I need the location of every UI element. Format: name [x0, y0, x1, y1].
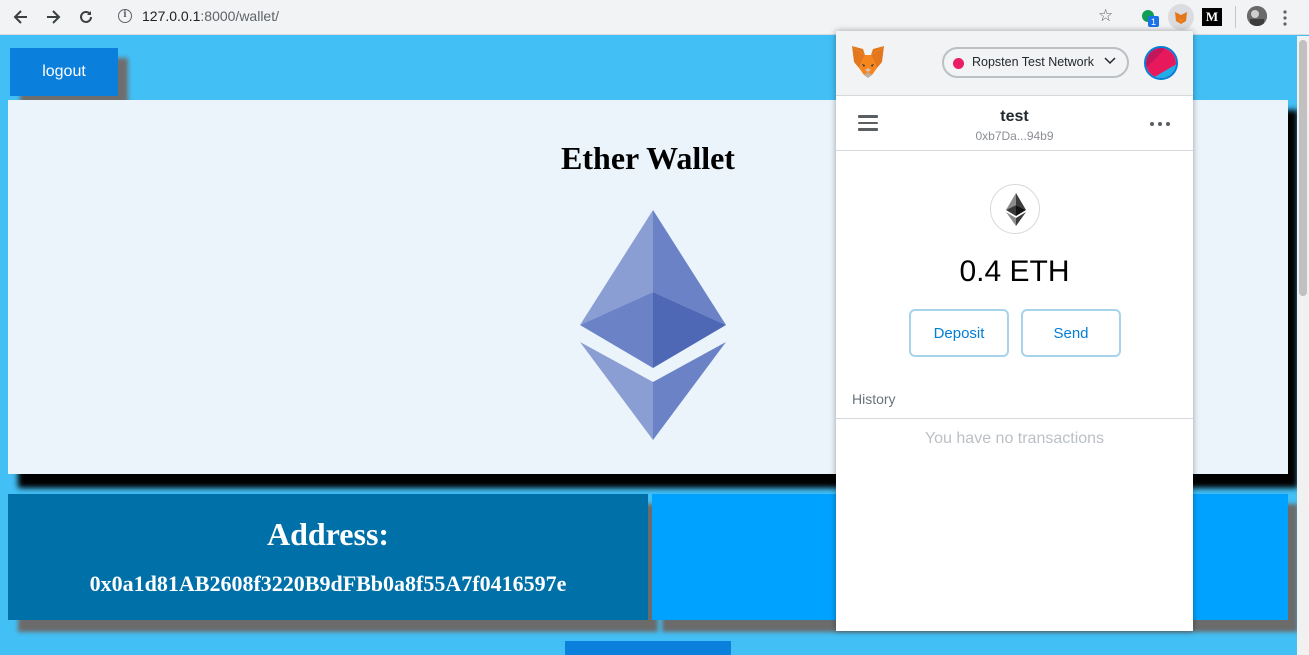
- reload-icon[interactable]: [73, 4, 99, 30]
- account-bar: test 0xb7Da...94b9: [836, 96, 1193, 151]
- ethereum-logo-icon: [580, 210, 726, 440]
- back-icon[interactable]: [8, 4, 34, 30]
- forward-icon[interactable]: [40, 4, 66, 30]
- deposit-button[interactable]: Deposit: [909, 309, 1009, 357]
- medium-extension-icon[interactable]: M: [1202, 8, 1222, 26]
- toolbar-divider: [1235, 6, 1236, 28]
- more-options-icon[interactable]: [1149, 110, 1171, 133]
- account-address[interactable]: 0xb7Da...94b9: [836, 129, 1193, 143]
- star-icon[interactable]: ☆: [1098, 6, 1113, 26]
- address-title: Address:: [266, 516, 390, 552]
- bottom-button[interactable]: [565, 641, 731, 655]
- metamask-popup: Ropsten Test Network test 0xb7Da...94b9: [836, 31, 1193, 631]
- url-text: 127.0.0.1:8000/wallet/: [142, 8, 279, 24]
- account-avatar[interactable]: [1144, 46, 1178, 80]
- extension-green-icon[interactable]: 1: [1138, 6, 1160, 28]
- metamask-extension-icon[interactable]: [1168, 4, 1194, 30]
- info-icon[interactable]: i: [118, 9, 132, 23]
- history-label: History: [852, 391, 896, 407]
- scrollbar-thumb[interactable]: [1299, 40, 1307, 296]
- send-button[interactable]: Send: [1021, 309, 1121, 357]
- eth-balance: 0.4 ETH: [959, 255, 1070, 288]
- address-value: 0x0a1d81AB2608f3220B9dFBb0a8f55A7f041659…: [89, 571, 567, 596]
- network-status-dot: [953, 58, 964, 69]
- network-label: Ropsten Test Network: [972, 55, 1095, 69]
- chevron-down-icon: [1104, 53, 1116, 69]
- logout-button[interactable]: logout: [10, 48, 118, 96]
- account-name[interactable]: test: [836, 108, 1193, 126]
- metamask-fox-icon[interactable]: [850, 45, 886, 79]
- address-panel: Address: 0x0a1d81AB2608f3220B9dFBb0a8f55…: [8, 494, 648, 620]
- profile-avatar[interactable]: [1247, 6, 1267, 26]
- svg-text:1: 1: [1151, 17, 1156, 27]
- browser-menu-icon[interactable]: [1283, 10, 1287, 26]
- empty-history-text: You have no transactions: [924, 430, 1105, 447]
- eth-token-icon: [990, 184, 1040, 234]
- metamask-header: Ropsten Test Network: [836, 31, 1193, 96]
- history-divider: [836, 418, 1193, 419]
- browser-toolbar: i 127.0.0.1:8000/wallet/ ☆ 1 M: [0, 0, 1309, 35]
- network-selector[interactable]: Ropsten Test Network: [942, 47, 1129, 78]
- address-bar[interactable]: i 127.0.0.1:8000/wallet/ ☆: [108, 3, 1128, 30]
